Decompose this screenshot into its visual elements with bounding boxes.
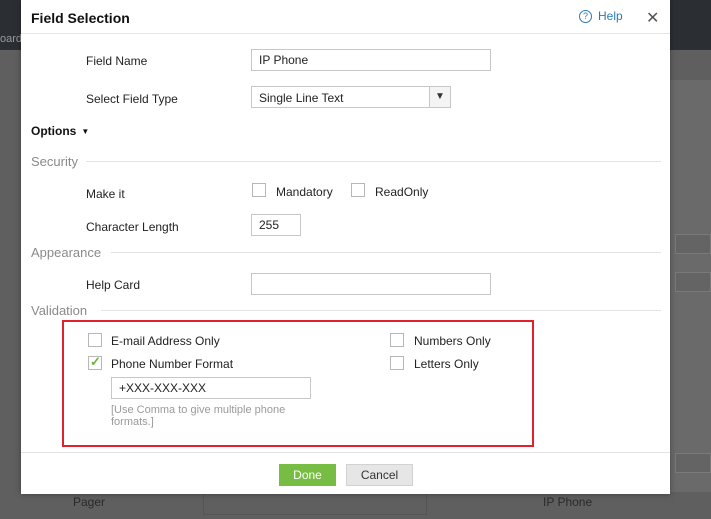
field-type-label: Select Field Type <box>86 92 178 106</box>
field-name-input[interactable] <box>251 49 491 71</box>
letters-only-checkbox[interactable] <box>390 356 404 370</box>
make-it-label: Make it <box>86 187 125 201</box>
help-card-label: Help Card <box>86 278 141 292</box>
help-card-input[interactable] <box>251 273 491 295</box>
background-field-box <box>675 234 711 254</box>
mandatory-checkbox[interactable] <box>252 183 266 197</box>
appearance-divider <box>111 252 661 253</box>
field-type-value: Single Line Text <box>259 91 344 105</box>
security-divider <box>86 161 661 162</box>
character-length-label: Character Length <box>86 220 179 234</box>
letters-only-label: Letters Only <box>414 357 479 371</box>
help-link[interactable]: ? Help <box>579 9 623 23</box>
help-icon: ? <box>579 9 592 23</box>
readonly-checkbox[interactable] <box>351 183 365 197</box>
phone-format-input[interactable] <box>111 377 311 399</box>
email-only-checkbox[interactable] <box>88 333 102 347</box>
background-pager-label: Pager <box>73 495 106 509</box>
security-section-title: Security <box>31 154 78 169</box>
close-icon[interactable]: ✕ <box>646 8 659 28</box>
phone-format-checkbox[interactable]: ✓ <box>88 354 102 370</box>
readonly-label: ReadOnly <box>375 185 429 199</box>
background-ip-phone-label: IP Phone <box>543 495 593 509</box>
appearance-section-title: Appearance <box>31 245 102 260</box>
done-button[interactable]: Done <box>279 464 336 486</box>
background-pager-box <box>203 491 427 515</box>
email-only-label: E-mail Address Only <box>111 334 220 348</box>
numbers-only-label: Numbers Only <box>414 334 491 348</box>
caret-down-icon: ▼ <box>81 127 90 136</box>
options-toggle[interactable]: Options ▼ <box>31 124 89 138</box>
character-length-input[interactable] <box>251 214 301 236</box>
mandatory-label: Mandatory <box>276 185 333 199</box>
validation-section-title: Validation <box>31 303 88 318</box>
phone-format-label: Phone Number Format <box>111 357 234 371</box>
phone-format-hint: [Use Comma to give multiple phone format… <box>111 404 286 428</box>
field-type-select[interactable]: Single Line Text ▼ <box>251 86 451 108</box>
footer-divider <box>21 452 670 453</box>
dialog-header: Field Selection ? Help ✕ <box>21 0 670 34</box>
field-name-label: Field Name <box>86 54 148 68</box>
cancel-button[interactable]: Cancel <box>346 464 413 486</box>
help-label: Help <box>598 9 623 23</box>
checkmark-icon: ✓ <box>90 354 101 369</box>
options-label: Options <box>31 124 77 138</box>
validation-divider <box>101 310 661 311</box>
dialog-title: Field Selection <box>31 10 130 26</box>
background-field-box <box>675 453 711 473</box>
background-field-box <box>675 272 711 292</box>
field-selection-dialog: Field Selection ? Help ✕ Field Name Sele… <box>21 0 670 494</box>
numbers-only-checkbox[interactable] <box>390 333 404 347</box>
chevron-down-icon: ▼ <box>429 87 450 107</box>
background-topbar-text: oard <box>0 33 23 45</box>
